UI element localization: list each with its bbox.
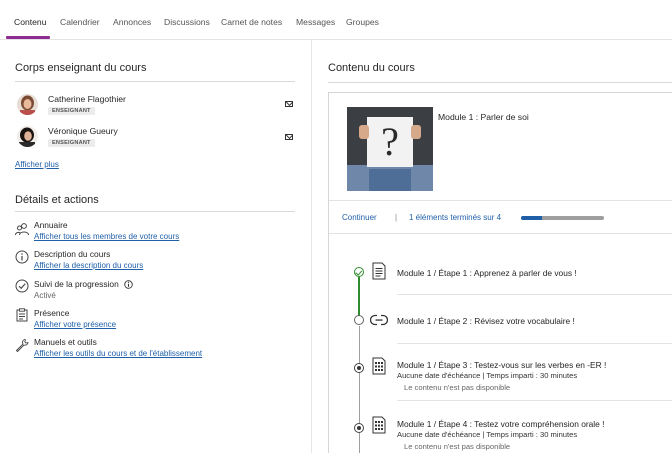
- role-badge: ENSEIGNANT: [48, 139, 95, 147]
- availability-note: Le contenu n'est pas disponible: [404, 383, 511, 392]
- tab-groupes[interactable]: Groupes: [346, 17, 379, 27]
- completed-status-icon: [354, 267, 364, 277]
- step-meta: Aucune date d'échéance | Temps imparti :…: [397, 371, 578, 380]
- tab-calendrier[interactable]: Calendrier: [60, 17, 100, 27]
- progress-bar: [521, 216, 604, 220]
- divider: [397, 294, 672, 295]
- progress-tracking-label: Suivi de la progression: [34, 279, 119, 289]
- progress-tracking-title: Suivi de la progression: [34, 279, 133, 289]
- not-started-status-icon: [354, 315, 364, 325]
- info-icon[interactable]: [124, 280, 133, 289]
- tab-carnet-de-notes[interactable]: Carnet de notes: [221, 17, 282, 27]
- module-image[interactable]: ?: [347, 107, 433, 191]
- attendance-icon: [16, 308, 28, 322]
- svg-text:?: ?: [381, 119, 399, 164]
- divider: [15, 211, 295, 212]
- link-icon[interactable]: [370, 311, 388, 329]
- progress-tracking-status: Activé: [34, 291, 56, 300]
- course-content-title: Contenu du cours: [328, 62, 415, 74]
- progress-text: 1 éléments terminés sur 4: [409, 213, 502, 222]
- divider: [329, 233, 672, 234]
- column-divider: [311, 40, 312, 453]
- role-badge: ENSEIGNANT: [48, 107, 95, 115]
- separator: |: [395, 213, 398, 222]
- check-circle-icon: [15, 279, 29, 293]
- timeline-completed-segment: [358, 277, 360, 317]
- test-icon[interactable]: [370, 357, 388, 375]
- mail-icon[interactable]: [285, 134, 293, 140]
- locked-status-icon: [354, 363, 364, 373]
- continue-link[interactable]: Continuer: [342, 213, 377, 222]
- show-more-link[interactable]: Afficher plus: [15, 160, 59, 169]
- attendance-title: Présence: [34, 308, 70, 318]
- timeline-line: [359, 326, 360, 453]
- manuals-tools-link[interactable]: Afficher les outils du cours et de l'éta…: [34, 349, 202, 358]
- divider: [328, 82, 672, 83]
- avatar[interactable]: [17, 126, 38, 147]
- divider: [329, 200, 672, 201]
- step-title[interactable]: Module 1 / Étape 4 : Testez votre compré…: [397, 419, 604, 429]
- divider: [397, 343, 672, 344]
- step-title[interactable]: Module 1 / Étape 2 : Révisez votre vocab…: [397, 316, 575, 326]
- people-icon: [15, 223, 29, 236]
- progress-bar-fill: [521, 216, 542, 220]
- directory-link[interactable]: Afficher tous les membres de votre cours: [34, 232, 179, 241]
- staff-section-title: Corps enseignant du cours: [15, 62, 147, 74]
- course-description-link[interactable]: Afficher la description du cours: [34, 261, 143, 270]
- active-tab-indicator: [6, 36, 50, 39]
- directory-title: Annuaire: [34, 220, 68, 230]
- step-meta: Aucune date d'échéance | Temps imparti :…: [397, 430, 578, 439]
- mail-icon[interactable]: [285, 101, 293, 107]
- locked-status-icon: [354, 423, 364, 433]
- wrench-icon: [16, 339, 29, 352]
- avatar[interactable]: [17, 94, 38, 115]
- step-title[interactable]: Module 1 / Étape 1 : Apprenez à parler d…: [397, 268, 577, 278]
- module-title[interactable]: Module 1 : Parler de soi: [438, 112, 529, 122]
- test-icon[interactable]: [370, 416, 388, 434]
- staff-name[interactable]: Véronique Gueury: [48, 126, 118, 136]
- availability-note: Le contenu n'est pas disponible: [404, 442, 511, 451]
- document-icon[interactable]: [370, 262, 388, 280]
- step-title[interactable]: Module 1 / Étape 3 : Testez-vous sur les…: [397, 360, 606, 370]
- attendance-link[interactable]: Afficher votre présence: [34, 320, 116, 329]
- course-description-title: Description du cours: [34, 249, 111, 259]
- divider: [15, 81, 295, 82]
- tab-discussions[interactable]: Discussions: [164, 17, 210, 27]
- info-icon: [15, 250, 29, 264]
- divider: [397, 400, 672, 401]
- staff-name[interactable]: Catherine Flagothier: [48, 94, 126, 104]
- tab-annonces[interactable]: Annonces: [113, 17, 151, 27]
- tab-messages[interactable]: Messages: [296, 17, 335, 27]
- details-section-title: Détails et actions: [15, 194, 99, 206]
- tab-contenu[interactable]: Contenu: [14, 17, 47, 27]
- course-tabs: Contenu Calendrier Annonces Discussions …: [0, 0, 672, 40]
- manuals-tools-title: Manuels et outils: [34, 337, 97, 347]
